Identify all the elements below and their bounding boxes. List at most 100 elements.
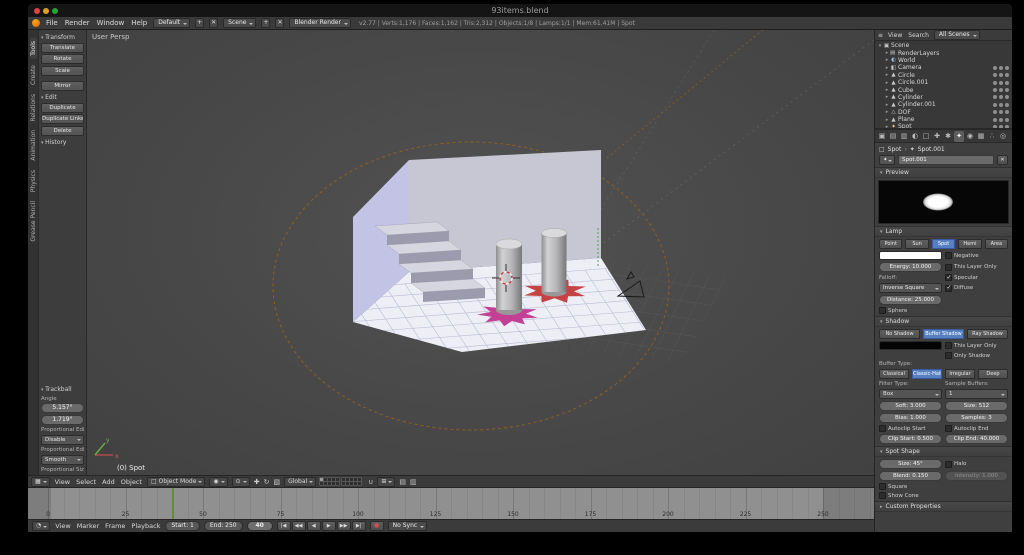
render-toggle-icon[interactable] (1005, 125, 1009, 128)
outliner-display-dropdown[interactable]: All Scenes (934, 30, 980, 40)
opengl-render-anim-icon[interactable]: ▥ (410, 477, 417, 487)
selectability-toggle-icon[interactable] (999, 110, 1003, 114)
section-spot-shape[interactable]: Spot Shape (875, 446, 1012, 457)
menu-help[interactable]: Help (130, 19, 148, 27)
toolshelf-tab-create[interactable]: Create (30, 62, 37, 88)
timeline-menu-frame[interactable]: Frame (104, 522, 126, 530)
3d-viewport[interactable]: User Persp x y (0) Spot (87, 30, 874, 475)
mirror-button[interactable]: Mirror (41, 81, 84, 91)
render-toggle-icon[interactable] (1005, 73, 1009, 77)
timeline-ruler[interactable]: 0255075100125150175200225250 (28, 487, 874, 519)
section-custom-properties[interactable]: Custom Properties (875, 501, 1012, 512)
selectability-toggle-icon[interactable] (999, 125, 1003, 128)
shadow-color-swatch[interactable] (879, 341, 942, 350)
unlink-datablock-button[interactable]: ✕ (997, 155, 1008, 165)
pivot-dropdown[interactable]: ⊙ (232, 477, 250, 487)
tab-physics-icon[interactable]: ◎ (998, 131, 1008, 142)
autoclip-start-checkbox[interactable] (879, 425, 886, 432)
browse-lamp-button[interactable]: ✦ (879, 155, 895, 165)
autoclip-end-checkbox[interactable] (945, 425, 952, 432)
outliner-item-cylinder.001[interactable]: ▸▲Cylinder.001 (875, 101, 1012, 108)
buffer-classical-button[interactable]: Classical (879, 369, 909, 379)
negative-checkbox[interactable] (945, 252, 952, 259)
outliner-menu-search[interactable]: Search (907, 32, 930, 39)
trackball-angle-x-field[interactable]: 5.157° (41, 403, 84, 413)
visibility-toggle-icon[interactable] (993, 125, 997, 128)
scale-button[interactable]: Scale (41, 66, 84, 76)
sphere-checkbox[interactable] (879, 307, 886, 314)
editor-type-dropdown[interactable]: ▦ (31, 477, 50, 487)
tab-material-icon[interactable]: ◉ (965, 131, 975, 142)
viewport-menu-select[interactable]: Select (75, 478, 97, 486)
record-button[interactable]: ● (370, 521, 384, 531)
panel-header-trackball[interactable]: Trackball (41, 386, 84, 393)
prev-keyframe-button[interactable]: ◀◀ (292, 521, 306, 531)
render-toggle-icon[interactable] (1005, 88, 1009, 92)
breadcrumb-object[interactable]: Spot (888, 146, 902, 153)
timeline-menu-view[interactable]: View (54, 522, 71, 530)
rotate-button[interactable]: Rotate (41, 54, 84, 64)
buffer-irregular-button[interactable]: Irregular (945, 369, 975, 379)
timeline-menu-marker[interactable]: Marker (76, 522, 100, 530)
diffuse-checkbox[interactable] (945, 285, 952, 292)
halo-intensity-slider[interactable]: Intensity: 1.000 (945, 471, 1008, 481)
selectability-toggle-icon[interactable] (999, 66, 1003, 70)
outliner-menu-view[interactable]: View (887, 32, 903, 39)
render-engine-dropdown[interactable]: Blender Render (289, 18, 351, 28)
spot-blend-slider[interactable]: Blend: 0.150 (879, 471, 942, 481)
sample-buffers-dropdown[interactable]: 1 (945, 389, 1008, 399)
outliner-item-cube[interactable]: ▸▲Cube (875, 86, 1012, 93)
buffer-classic-halfway-button[interactable]: Classic-Halfway (912, 369, 942, 379)
tab-object-icon[interactable]: □ (921, 131, 931, 142)
lamp-color-swatch[interactable] (879, 251, 942, 260)
jump-end-button[interactable]: ▶| (352, 521, 366, 531)
layer-buttons[interactable] (320, 478, 364, 485)
manipulator-translate-icon[interactable]: ✚ (254, 477, 260, 487)
cylinder-right-object[interactable] (542, 229, 567, 297)
lamp-name-field[interactable]: Spot.001 (898, 155, 994, 165)
show-cone-checkbox[interactable] (879, 492, 886, 499)
render-toggle-icon[interactable] (1005, 81, 1009, 85)
distance-slider[interactable]: Distance: 25.000 (879, 295, 942, 305)
render-toggle-icon[interactable] (1005, 110, 1009, 114)
timeline-editor-dropdown[interactable]: ◔ (32, 521, 50, 531)
viewport-menu-view[interactable]: View (54, 478, 71, 486)
selectability-toggle-icon[interactable] (999, 118, 1003, 122)
ray-shadow-button[interactable]: Ray Shadow (967, 329, 1008, 339)
close-window-button[interactable] (34, 8, 40, 14)
toolshelf-tab-grease-pencil[interactable]: Grease Pencil (30, 198, 37, 245)
sync-dropdown[interactable]: No Sync (388, 521, 428, 531)
tab-world-icon[interactable]: ◐ (910, 131, 920, 142)
outliner-item-circle.001[interactable]: ▸▲Circle.001 (875, 79, 1012, 86)
toolshelf-tab-animation[interactable]: Animation (30, 127, 37, 164)
delete-button[interactable]: Delete (41, 126, 84, 136)
zoom-window-button[interactable] (52, 8, 58, 14)
filter-type-dropdown[interactable]: Box (879, 389, 942, 399)
tab-texture-icon[interactable]: ▦ (976, 131, 986, 142)
delete-scene-button[interactable]: ✕ (275, 18, 284, 28)
section-lamp[interactable]: Lamp (875, 226, 1012, 237)
outliner-item-renderlayers[interactable]: ▸▤RenderLayers (875, 49, 1012, 56)
clip-start-slider[interactable]: Clip Start: 0.500 (879, 434, 942, 444)
proportional-editing-dropdown[interactable]: Disable (41, 435, 84, 445)
scene-dropdown[interactable]: Scene (223, 18, 256, 28)
tab-render-layers-icon[interactable]: ▤ (888, 131, 898, 142)
outliner-item-camera[interactable]: ▸◧Camera (875, 64, 1012, 71)
outliner-item-world[interactable]: ▸◐World (875, 57, 1012, 64)
visibility-toggle-icon[interactable] (993, 88, 997, 92)
lamp-type-area-button[interactable]: Area (985, 239, 1008, 249)
outliner-item-scene[interactable]: ▾▣Scene (875, 42, 1012, 49)
next-keyframe-button[interactable]: ▶▶ (337, 521, 351, 531)
timeline-menu-playback[interactable]: Playback (130, 522, 161, 530)
mode-dropdown[interactable]: □Object Mode (147, 477, 205, 487)
panel-header-history[interactable]: History (41, 139, 84, 146)
no-shadow-button[interactable]: No Shadow (879, 329, 920, 339)
play-reverse-button[interactable]: ◀ (307, 521, 321, 531)
tab-modifiers-icon[interactable]: ✱ (943, 131, 953, 142)
render-toggle-icon[interactable] (1005, 66, 1009, 70)
screen-layout-dropdown[interactable]: Default (153, 18, 190, 28)
current-frame-field[interactable]: 40 (247, 521, 273, 531)
visibility-toggle-icon[interactable] (993, 95, 997, 99)
outliner-editor-icon[interactable]: ≡ (878, 32, 883, 39)
minimize-window-button[interactable] (43, 8, 49, 14)
